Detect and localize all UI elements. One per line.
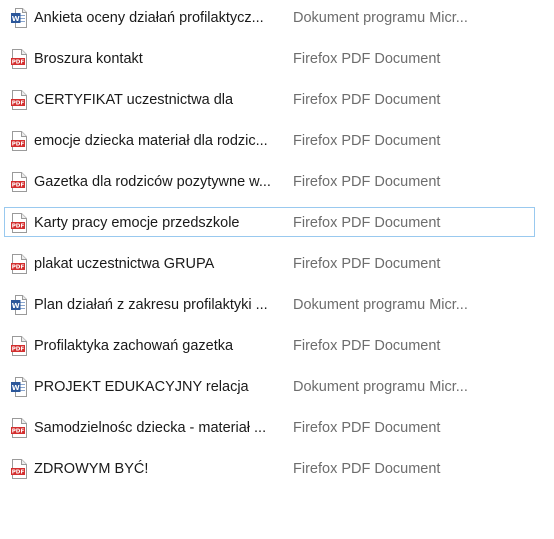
file-name: Plan działań z zakresu profilaktyki ... [34, 297, 268, 313]
pdf-document-icon: PDF [11, 254, 27, 274]
file-type: Firefox PDF Document [293, 338, 441, 354]
svg-text:PDF: PDF [12, 60, 25, 66]
pdf-document-icon: PDF [11, 131, 27, 151]
file-name: Profilaktyka zachowań gazetka [34, 338, 234, 354]
svg-text:W: W [12, 14, 20, 23]
svg-text:PDF: PDF [12, 429, 25, 435]
file-row[interactable]: PDF Profilaktyka zachowań gazetka Firefo… [4, 330, 535, 360]
file-row[interactable]: PDF Karty pracy emocje przedszkole Firef… [4, 207, 535, 237]
svg-text:W: W [12, 301, 20, 310]
pdf-document-icon: PDF [11, 90, 27, 110]
file-name: Broszura kontakt [34, 51, 143, 67]
pdf-document-icon: PDF [11, 418, 27, 438]
pdf-document-icon: PDF [11, 336, 27, 356]
file-row[interactable]: PDF emocje dziecka materiał dla rodzic..… [4, 125, 535, 155]
pdf-document-icon: PDF [11, 172, 27, 192]
word-document-icon: W [11, 295, 27, 315]
file-row[interactable]: PDF ZDROWYM BYĆ! Firefox PDF Document [4, 453, 535, 483]
word-document-icon: W [11, 8, 27, 28]
file-type: Firefox PDF Document [293, 461, 441, 477]
file-row[interactable]: W Plan działań z zakresu profilaktyki ..… [4, 289, 535, 319]
file-name: PROJEKT EDUKACYJNY relacja [34, 379, 249, 395]
file-row[interactable]: PDF Broszura kontakt Firefox PDF Documen… [4, 43, 535, 73]
svg-text:PDF: PDF [12, 265, 25, 271]
file-type: Dokument programu Micr... [293, 10, 468, 26]
svg-text:PDF: PDF [12, 224, 25, 230]
file-type: Dokument programu Micr... [293, 297, 468, 313]
file-type: Firefox PDF Document [293, 215, 441, 231]
pdf-document-icon: PDF [11, 49, 27, 69]
file-row[interactable]: W PROJEKT EDUKACYJNY relacja Dokument pr… [4, 371, 535, 401]
file-name: Gazetka dla rodziców pozytywne w... [34, 174, 271, 190]
file-name: ZDROWYM BYĆ! [34, 461, 149, 477]
file-type: Firefox PDF Document [293, 256, 441, 272]
file-row[interactable]: PDF CERTYFIKAT uczestnictwa dla Firefox … [4, 84, 535, 114]
file-name: Samodzielnośc dziecka - materiał ... [34, 420, 267, 436]
svg-text:PDF: PDF [12, 101, 25, 107]
file-name: plakat uczestnictwa GRUPA [34, 256, 215, 272]
svg-text:PDF: PDF [12, 142, 25, 148]
file-row[interactable]: W Ankieta oceny działań profilaktycz... … [4, 2, 535, 32]
file-name: CERTYFIKAT uczestnictwa dla [34, 92, 234, 108]
svg-text:PDF: PDF [12, 347, 25, 353]
file-type: Firefox PDF Document [293, 133, 441, 149]
file-type: Firefox PDF Document [293, 51, 441, 67]
file-name: emocje dziecka materiał dla rodzic... [34, 133, 268, 149]
file-type: Firefox PDF Document [293, 174, 441, 190]
svg-text:W: W [12, 383, 20, 392]
word-document-icon: W [11, 377, 27, 397]
file-name: Ankieta oceny działań profilaktycz... [34, 10, 264, 26]
file-type: Firefox PDF Document [293, 420, 441, 436]
file-row[interactable]: PDF plakat uczestnictwa GRUPA Firefox PD… [4, 248, 535, 278]
pdf-document-icon: PDF [11, 213, 27, 233]
file-row[interactable]: PDF Samodzielnośc dziecka - materiał ...… [4, 412, 535, 442]
svg-text:PDF: PDF [12, 470, 25, 476]
svg-text:PDF: PDF [12, 183, 25, 189]
pdf-document-icon: PDF [11, 459, 27, 479]
file-type: Dokument programu Micr... [293, 379, 468, 395]
file-row[interactable]: PDF Gazetka dla rodziców pozytywne w... … [4, 166, 535, 196]
file-name: Karty pracy emocje przedszkole [34, 215, 240, 231]
file-type: Firefox PDF Document [293, 92, 441, 108]
